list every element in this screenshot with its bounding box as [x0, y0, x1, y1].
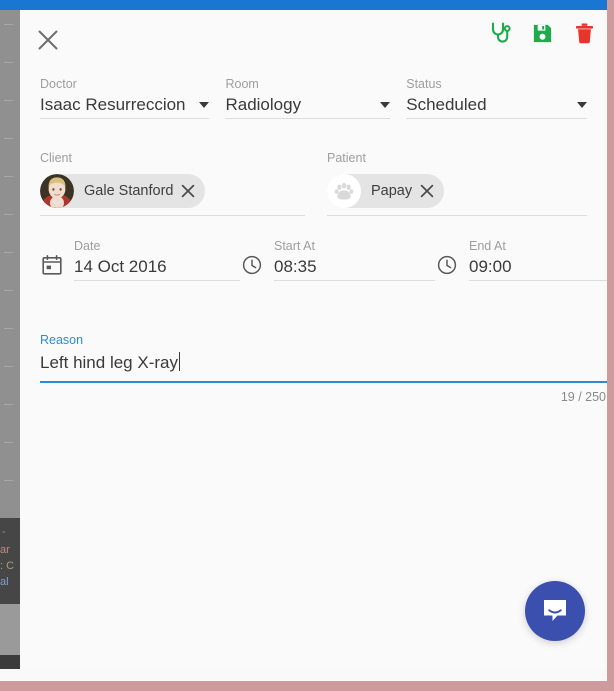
client-photo-avatar-icon	[40, 174, 74, 208]
chevron-down-icon	[380, 102, 391, 108]
close-icon	[420, 184, 434, 198]
client-chip-label: Gale Stanford	[84, 183, 174, 199]
toolbar-actions	[487, 20, 597, 46]
doctor-underline	[40, 118, 210, 119]
status-select[interactable]: Status Scheduled	[406, 76, 587, 119]
delete-button[interactable]	[571, 20, 597, 46]
screen: - ar : C al Doctor Isaac Resurreccion Ro…	[0, 0, 614, 691]
trash-icon	[575, 23, 593, 43]
end-at-underline	[469, 280, 607, 281]
status-value: Scheduled	[406, 95, 487, 114]
doctor-select[interactable]: Doctor Isaac Resurreccion	[40, 76, 225, 119]
patient-underline	[327, 215, 587, 216]
reason-field[interactable]: Reason Left hind leg X-ray 19 / 250	[40, 332, 607, 404]
appointment-dialog: Doctor Isaac Resurreccion Room Radiology…	[20, 10, 607, 669]
close-icon	[182, 184, 195, 198]
end-at-value: 09:00	[469, 257, 512, 276]
start-at-field[interactable]: Start At 08:35	[240, 238, 435, 281]
start-clock-icon-wrap[interactable]	[240, 253, 264, 277]
reason-char-count: 19 / 250	[560, 390, 606, 404]
background-footer-strip	[0, 655, 20, 669]
background-text-fragment: ar	[0, 544, 10, 556]
app-bar	[0, 0, 607, 10]
date-label: Date	[74, 239, 101, 253]
status-label: Status	[406, 77, 442, 91]
reason-underline	[40, 381, 607, 383]
background-text-fragment: al	[0, 576, 9, 588]
background-dark-panel: - ar : C al	[0, 518, 20, 604]
dialog-toolbar	[20, 10, 607, 68]
clock-icon	[242, 255, 262, 275]
calendar-icon-wrap[interactable]	[40, 253, 64, 277]
start-at-label: Start At	[274, 239, 315, 253]
avatar	[327, 174, 361, 208]
chevron-down-icon	[199, 102, 210, 108]
start-at-underline	[274, 280, 435, 281]
selects-row: Doctor Isaac Resurreccion Room Radiology…	[40, 76, 587, 119]
client-label: Client	[40, 151, 72, 165]
close-icon	[38, 30, 58, 50]
save-icon	[533, 24, 551, 42]
start-at-value: 08:35	[274, 257, 317, 276]
patient-chip[interactable]: Papay	[327, 174, 445, 208]
participants-row: Client Gale Stanford Patient Papay	[40, 150, 587, 216]
date-underline	[74, 280, 240, 281]
reason-label: Reason	[40, 333, 84, 347]
room-underline	[225, 118, 391, 119]
date-value: 14 Oct 2016	[74, 257, 167, 276]
close-button[interactable]	[28, 20, 68, 60]
client-underline	[40, 215, 305, 216]
reason-input[interactable]: Left hind leg X-ray	[40, 348, 178, 378]
consultation-button[interactable]	[487, 20, 513, 46]
calendar-icon	[42, 255, 62, 275]
chevron-down-icon	[577, 102, 587, 108]
schedule-row: Date 14 Oct 2016 Start At 08:35 End At 0…	[40, 238, 607, 281]
chat-bubble-icon	[544, 600, 566, 621]
patient-chip-label: Papay	[371, 183, 413, 199]
avatar	[40, 174, 74, 208]
text-cursor	[178, 352, 180, 371]
clock-icon	[437, 255, 457, 275]
doctor-value: Isaac Resurreccion	[40, 95, 186, 114]
remove-patient-button[interactable]	[420, 184, 434, 198]
client-field[interactable]: Client Gale Stanford	[40, 150, 327, 216]
stethoscope-icon	[491, 22, 511, 43]
room-select[interactable]: Room Radiology	[225, 76, 406, 119]
room-value: Radiology	[225, 95, 302, 114]
doctor-label: Doctor	[40, 77, 77, 91]
end-clock-icon-wrap[interactable]	[435, 253, 459, 277]
end-at-field[interactable]: End At 09:00	[435, 238, 607, 281]
paw-avatar-icon	[327, 174, 361, 208]
client-chip[interactable]: Gale Stanford	[40, 174, 206, 208]
remove-client-button[interactable]	[181, 184, 195, 198]
save-button[interactable]	[529, 20, 555, 46]
status-underline	[406, 118, 587, 119]
patient-field[interactable]: Patient Papay	[327, 150, 587, 216]
room-label: Room	[225, 77, 259, 91]
background-text-fragment: -	[2, 526, 6, 538]
intercom-launcher-button[interactable]	[525, 581, 585, 641]
end-at-label: End At	[469, 239, 506, 253]
date-field[interactable]: Date 14 Oct 2016	[40, 238, 240, 281]
background-text-fragment: : C	[0, 560, 15, 572]
patient-label: Patient	[327, 151, 366, 165]
